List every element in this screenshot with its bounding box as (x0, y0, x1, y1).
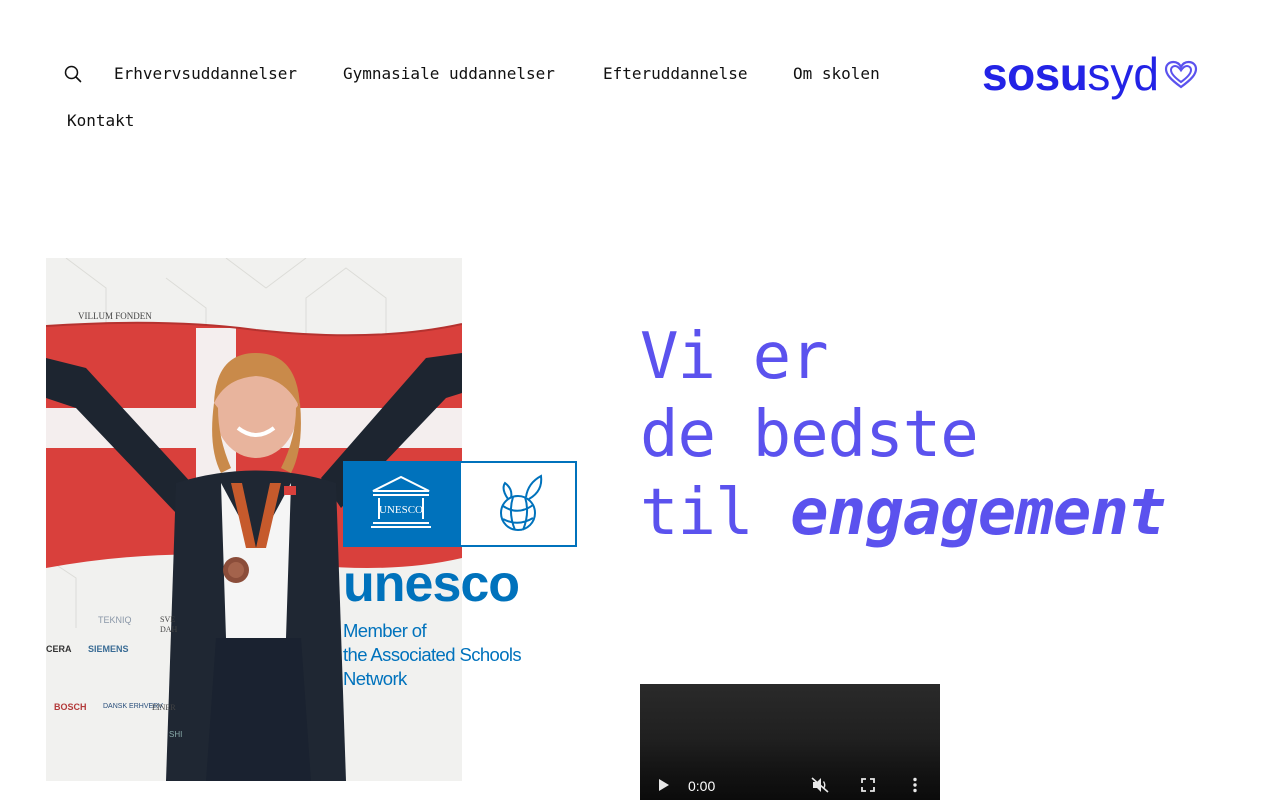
video-player[interactable] (640, 684, 940, 800)
unesco-emblem-text: UNESCO (379, 504, 423, 516)
unesco-subtitle-line: Member of (343, 620, 427, 641)
backdrop-text: DAH (160, 625, 178, 634)
mute-button[interactable] (810, 776, 830, 794)
unesco-subtitle-line: Network (343, 668, 407, 689)
backdrop-text: VILLUM FONDEN (78, 311, 152, 321)
headline-line-1: Vi er (640, 320, 829, 394)
logo-text-light: syd (1087, 48, 1159, 100)
unesco-emblem: UNESCO (343, 461, 577, 547)
site-logo[interactable]: sosu syd (982, 48, 1198, 100)
video-control-shade (640, 740, 940, 800)
nav-link-erhvervsuddannelser[interactable]: Erhvervsuddannelser (114, 64, 297, 83)
logo-text-bold: sosu (982, 48, 1088, 100)
nav-link-om-skolen[interactable]: Om skolen (793, 64, 880, 83)
hero-headline: Vi er de bedste til engagement (640, 318, 1166, 552)
headline-line-3: til engagement (640, 474, 1166, 552)
unesco-subtitle: Member of the Associated Schools Network (343, 619, 583, 691)
video-time: 0:00 (688, 778, 716, 794)
nav-link-gymnasiale-uddannelser[interactable]: Gymnasiale uddannelser (343, 64, 555, 83)
headline-emphasis: engagement (790, 476, 1166, 550)
more-options-button[interactable] (907, 776, 923, 794)
heart-icon (1164, 60, 1198, 89)
nav-link-kontakt[interactable]: Kontakt (67, 111, 134, 130)
nav-link-efteruddannelse[interactable]: Efteruddannelse (603, 64, 748, 83)
headline-line-2: de bedste (640, 398, 979, 472)
unesco-subtitle-line: the Associated Schools (343, 644, 522, 665)
backdrop-text: CERA (46, 644, 72, 654)
backdrop-text: SIEMENS (88, 644, 129, 654)
backdrop-text: TEKNIQ (98, 615, 132, 625)
search-icon (64, 65, 82, 83)
mute-icon (811, 777, 829, 793)
unesco-wordmark: unesco (343, 555, 520, 613)
headline-line-3-prefix: til (640, 476, 791, 550)
search-button[interactable] (62, 63, 84, 85)
fullscreen-icon (861, 778, 875, 792)
play-icon (659, 779, 669, 791)
unesco-badge: UNESCO unesco Member of the Associated S… (343, 461, 583, 691)
more-options-icon (913, 777, 917, 793)
play-button[interactable] (656, 776, 672, 794)
backdrop-text: SVE (160, 615, 175, 624)
fullscreen-button[interactable] (859, 776, 877, 794)
backdrop-text: BOSCH (54, 702, 87, 712)
backdrop-text: SHI (169, 730, 182, 739)
backdrop-text: EINER (152, 703, 176, 712)
